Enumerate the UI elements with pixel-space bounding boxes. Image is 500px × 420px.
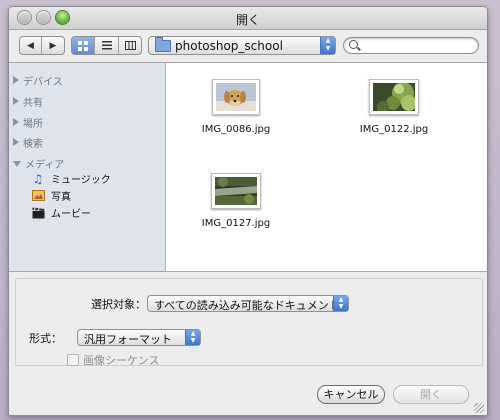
search-field[interactable] bbox=[343, 37, 479, 54]
image-sequence-label: 画像シーケンス bbox=[83, 354, 160, 367]
sidebar: デバイス 共有 場所 検索 メディア ♫ ミュージック 写真 ムービー bbox=[9, 63, 166, 272]
back-forward-control: ◀ ▶ bbox=[19, 36, 65, 55]
chevron-left-icon: ◀ bbox=[27, 40, 34, 51]
file-item[interactable]: IMG_0122.jpg bbox=[339, 79, 449, 135]
chevron-right-icon: ▶ bbox=[49, 40, 57, 51]
enable-popup[interactable]: すべての読み込み可能なドキュメント ▲ ▼ bbox=[147, 295, 349, 312]
sidebar-section-search[interactable]: 検索 bbox=[13, 135, 43, 150]
music-note-icon: ♫ bbox=[32, 171, 44, 186]
file-name: IMG_0127.jpg bbox=[201, 218, 271, 229]
view-mode-control bbox=[71, 36, 142, 55]
format-label: 形式： bbox=[29, 332, 62, 345]
photo-icon bbox=[31, 190, 45, 202]
window-title: 開く bbox=[235, 13, 260, 27]
path-folder-name: photoshop_school bbox=[175, 39, 283, 53]
format-popup[interactable]: 汎用フォーマット ▲ ▼ bbox=[77, 329, 201, 346]
file-name: IMG_0086.jpg bbox=[201, 124, 271, 135]
foliage-photo-image bbox=[373, 82, 417, 113]
sidebar-item-movies[interactable]: ムービー bbox=[31, 205, 91, 220]
file-thumbnail bbox=[211, 173, 261, 209]
sidebar-item-label: ミュージック bbox=[51, 175, 111, 186]
file-thumbnail bbox=[212, 79, 260, 115]
popup-arrows-icon: ▲ ▼ bbox=[333, 296, 348, 311]
file-thumbnail bbox=[369, 79, 419, 115]
path-popup[interactable]: photoshop_school ▲ ▼ bbox=[148, 36, 336, 55]
disclosure-triangle-open-icon bbox=[13, 161, 21, 167]
sidebar-section-label: デバイス bbox=[23, 77, 63, 88]
enable-popup-value: すべての読み込み可能なドキュメント bbox=[154, 299, 340, 312]
file-item[interactable]: IMG_0086.jpg bbox=[181, 79, 291, 135]
list-view-icon bbox=[101, 41, 112, 50]
column-view-button[interactable] bbox=[119, 37, 141, 54]
disclosure-triangle-icon bbox=[13, 76, 19, 84]
disclosure-triangle-icon bbox=[13, 97, 19, 105]
landscape-photo-image bbox=[215, 177, 257, 205]
sidebar-section-label: 検索 bbox=[23, 139, 43, 150]
sidebar-section-shared[interactable]: 共有 bbox=[13, 94, 43, 109]
disclosure-triangle-icon bbox=[13, 118, 19, 126]
cancel-button[interactable]: キャンセル bbox=[317, 385, 385, 404]
file-item[interactable]: IMG_0127.jpg bbox=[181, 173, 291, 229]
image-sequence-checkbox[interactable] bbox=[67, 354, 79, 366]
disclosure-triangle-icon bbox=[13, 138, 19, 146]
sidebar-item-label: ムービー bbox=[51, 209, 91, 220]
sidebar-section-label: 場所 bbox=[23, 119, 43, 130]
enable-label: 選択対象： bbox=[91, 298, 146, 311]
forward-button[interactable]: ▶ bbox=[42, 37, 64, 54]
sidebar-item-music[interactable]: ♫ ミュージック bbox=[31, 171, 111, 187]
title-bar[interactable]: 開く bbox=[9, 7, 487, 30]
browser-area: デバイス 共有 場所 検索 メディア ♫ ミュージック 写真 ムービー IMG_… bbox=[9, 62, 487, 272]
file-name: IMG_0122.jpg bbox=[359, 124, 429, 135]
search-icon bbox=[349, 40, 358, 49]
resize-grip-icon[interactable] bbox=[474, 403, 484, 413]
file-browser: IMG_0086.jpg IMG_0122.jpg IMG_0127.jpg bbox=[166, 63, 487, 272]
sidebar-section-media[interactable]: メディア bbox=[13, 156, 64, 171]
format-popup-value: 汎用フォーマット bbox=[84, 333, 172, 346]
popup-arrows-icon: ▲ ▼ bbox=[320, 37, 335, 54]
sidebar-section-places[interactable]: 場所 bbox=[13, 115, 43, 130]
sidebar-section-label: 共有 bbox=[23, 98, 43, 109]
icon-view-icon bbox=[78, 40, 88, 51]
open-button[interactable]: 開く bbox=[393, 385, 469, 404]
icon-view-button[interactable] bbox=[72, 37, 95, 54]
sidebar-item-photos[interactable]: 写真 bbox=[31, 188, 71, 203]
back-button[interactable]: ◀ bbox=[20, 37, 42, 54]
sidebar-section-devices[interactable]: デバイス bbox=[13, 73, 63, 88]
sidebar-item-label: 写真 bbox=[51, 192, 71, 203]
popup-arrows-icon: ▲ ▼ bbox=[185, 330, 200, 345]
folder-icon bbox=[155, 37, 171, 52]
movie-clapper-icon bbox=[31, 207, 45, 219]
sidebar-section-label: メディア bbox=[25, 160, 65, 171]
list-view-button[interactable] bbox=[95, 37, 119, 54]
options-area: 選択対象： すべての読み込み可能なドキュメント ▲ ▼ 形式： 汎用フォーマット … bbox=[9, 271, 487, 415]
dog-photo-image bbox=[216, 83, 256, 111]
column-view-icon bbox=[124, 41, 136, 50]
open-dialog-window: 開く ◀ ▶ photoshop_school ▲ ▼ デバイス 共有 場所 検… bbox=[8, 6, 488, 416]
